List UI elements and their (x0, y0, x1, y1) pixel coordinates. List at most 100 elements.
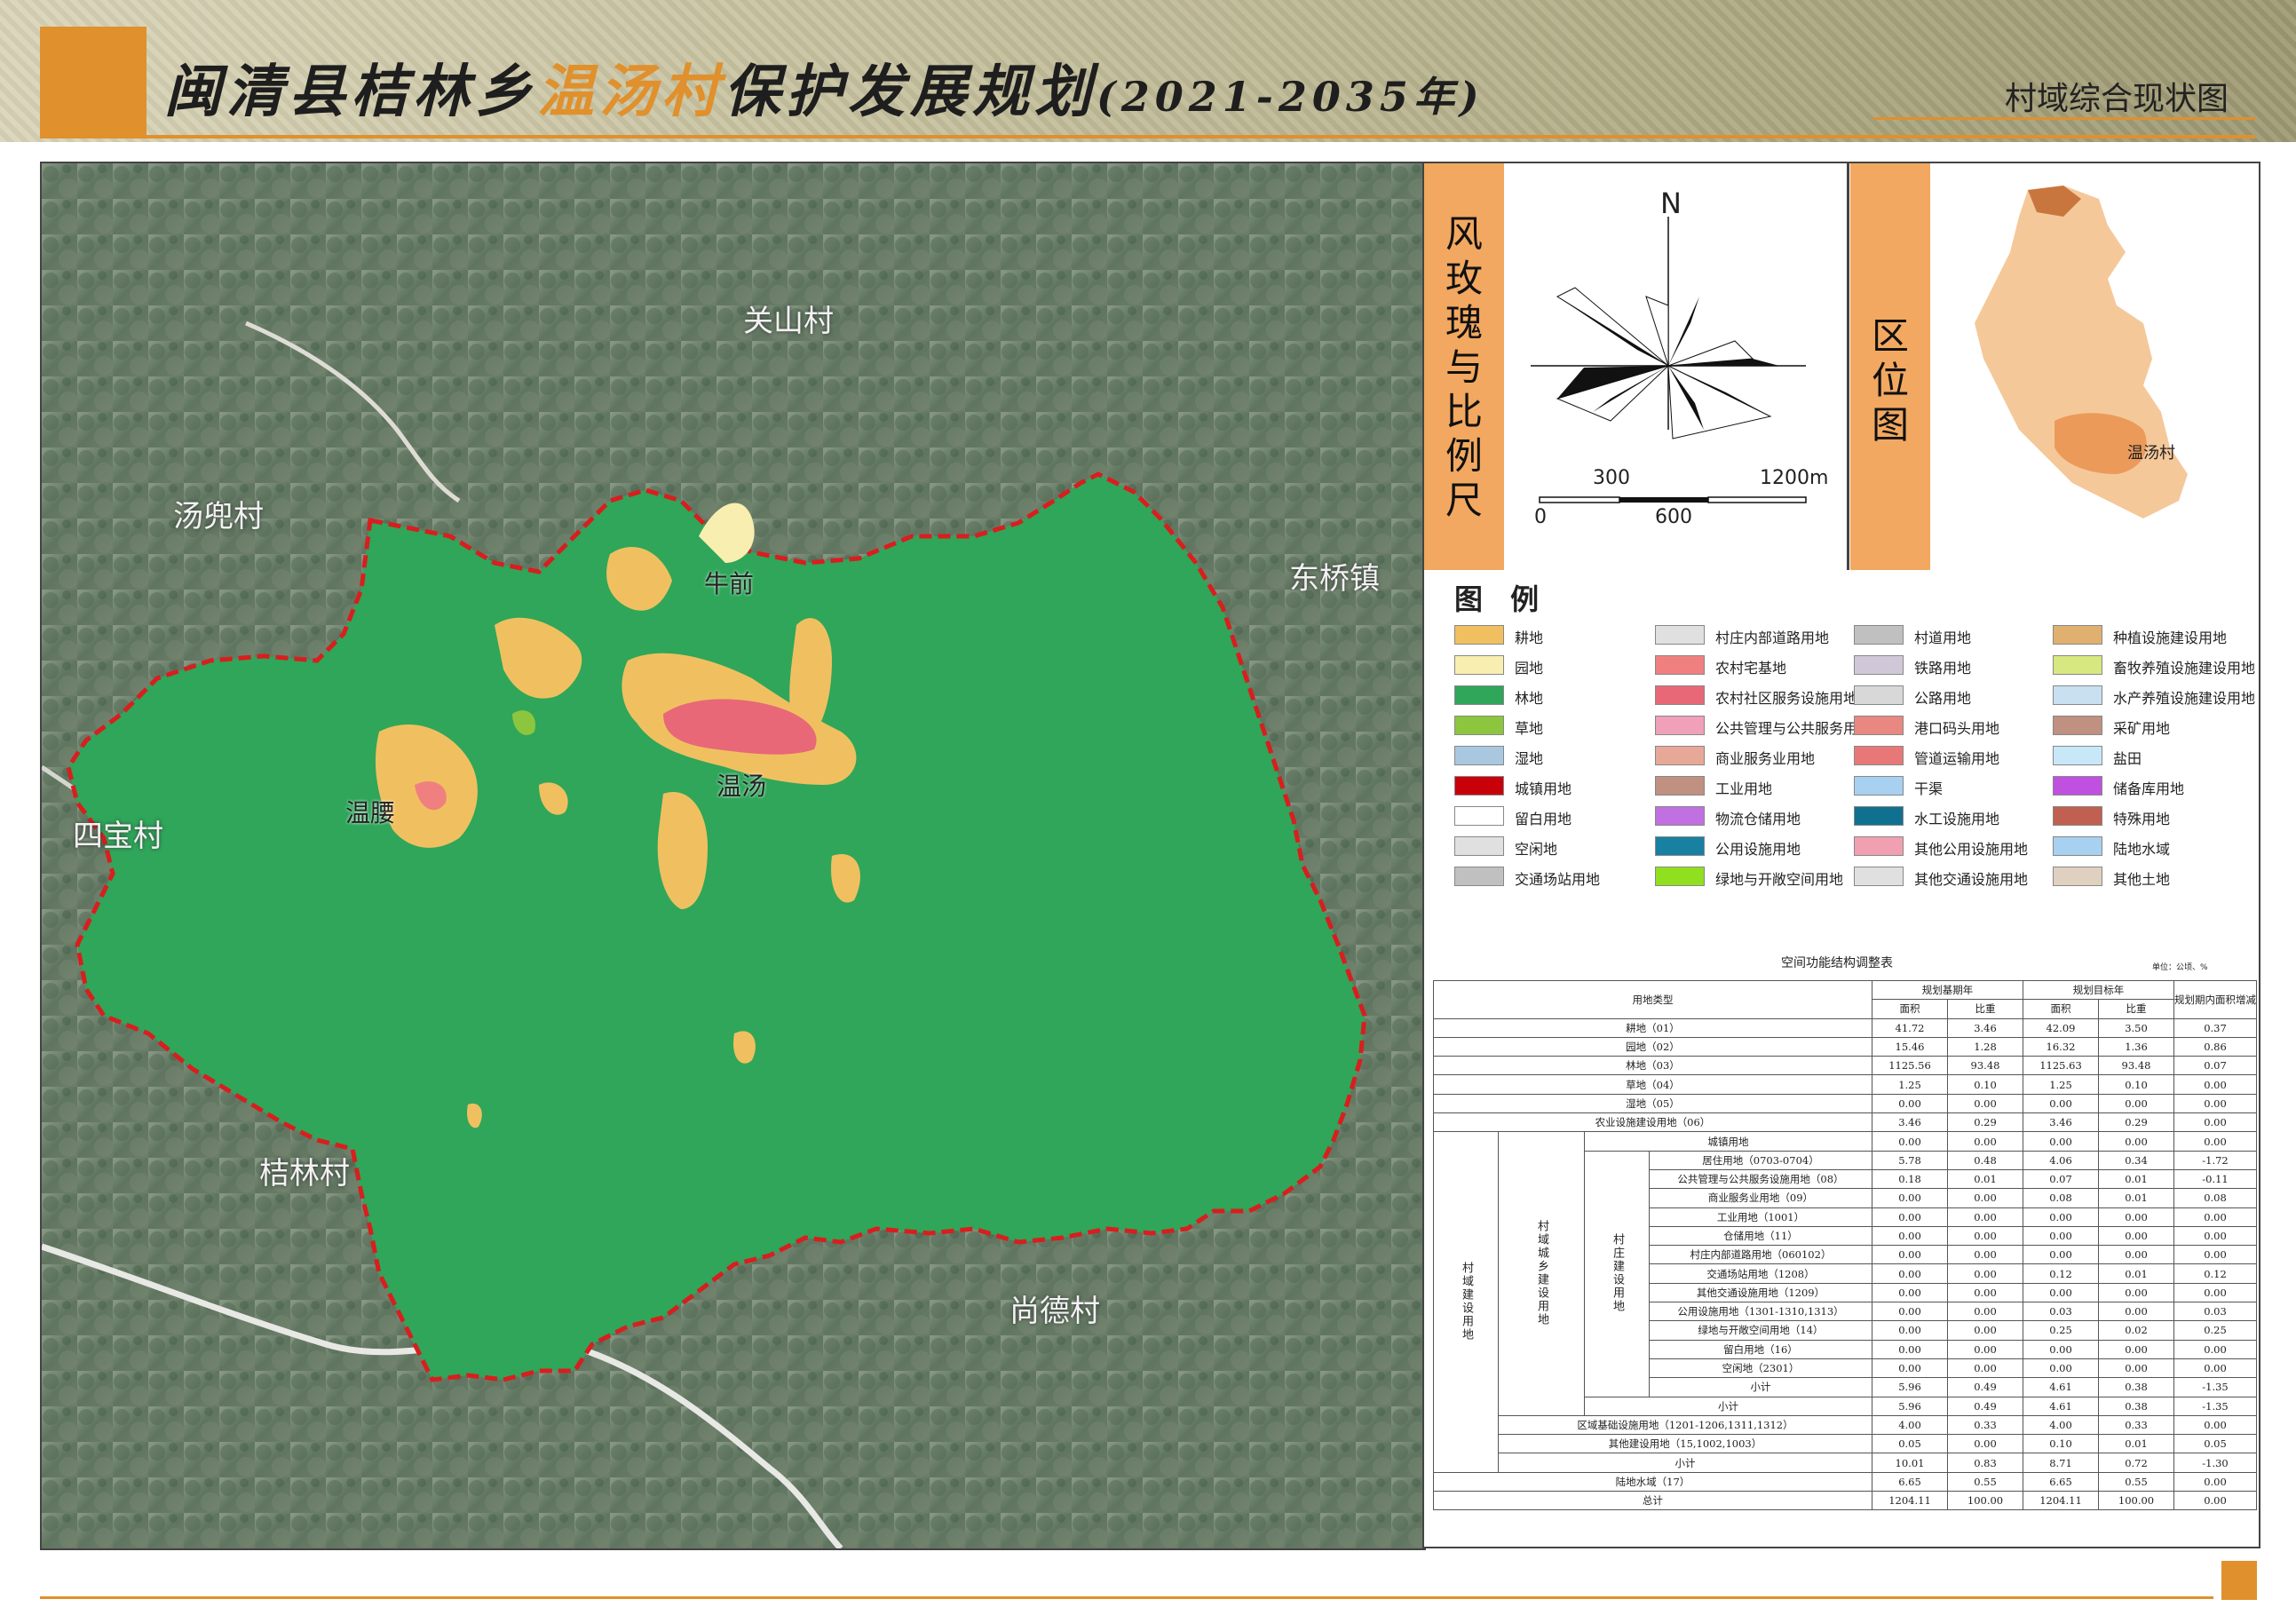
table-cell-text: 工业用地（1001） (1716, 1210, 1805, 1223)
table-cell-text: 0.33 (2125, 1418, 2148, 1431)
table-cell-text: 0.00 (2125, 1135, 2148, 1148)
legend-swatch (2053, 836, 2102, 856)
legend-label: 农村社区服务设施用地 (1715, 690, 1858, 707)
table-cell-text: 0.02 (2125, 1324, 2148, 1337)
table-cell-text: 其他建设用地（15,1002,1003） (1608, 1437, 1762, 1451)
legend-swatch (2053, 625, 2102, 645)
table-cell-text: 比重 (2126, 1002, 2147, 1016)
legend-swatch (1854, 685, 1904, 705)
legend-label: 湿地 (1515, 750, 1544, 767)
page-title: 闽清县桔林乡温汤村保护发展规划(2021-2035年) (164, 46, 1484, 125)
table-cell-text: 小计 (1674, 1456, 1696, 1469)
table-cell-text: 0.00 (1974, 1267, 1997, 1280)
table-cell-text: 面积 (2050, 1002, 2071, 1016)
table-cell-text: 0.07 (2204, 1059, 2227, 1073)
table-cell-text: 0.00 (2049, 1210, 2072, 1223)
place-julin: 桔林村 (259, 1156, 350, 1192)
legend-swatch (1655, 806, 1705, 826)
location-title-char: 图 (1871, 403, 1909, 447)
table-cell-text: 4.06 (2049, 1153, 2072, 1167)
table-cell-text: 0.00 (2204, 1210, 2227, 1223)
compass-title-char: 玫 (1445, 257, 1483, 300)
table-cell-text: 空闲地（2301） (1722, 1362, 1800, 1375)
title-part2: 保护发展规划 (724, 59, 1097, 125)
table-cell-text: 0.00 (2049, 1248, 2072, 1262)
page-subtitle: 村域综合现状图 (2005, 81, 2229, 117)
table-cell-text: 0.38 (2125, 1381, 2148, 1394)
table-row: 小计 10.01 0.83 8.71 0.72 -1.30 (1434, 1453, 2257, 1473)
table-row: 湿地（05） 0.00 0.00 0.00 0.00 0.00 (1433, 1093, 2257, 1114)
table-cell-text: 林地（03） (1626, 1059, 1680, 1073)
place-dongqiao: 东桥镇 (1289, 561, 1380, 597)
compass-location-panel: 风 玫 瑰 与 比 例 尺 N 300 1200m 0 600 区 位 图 温汤… (1422, 162, 2260, 574)
table-row: 林地（03） 1125.56 93.48 1125.63 93.48 0.07 (1433, 1056, 2257, 1076)
table-cell-text: 0.00 (1898, 1210, 1921, 1223)
table-cell-text: 1.36 (2125, 1041, 2148, 1054)
table-cell-text: 4.00 (1898, 1418, 1921, 1431)
table-cell-text: 0.00 (1974, 1248, 1997, 1262)
table-cell-text: 0.55 (2125, 1475, 2148, 1488)
table-cell-text: 0.00 (2049, 1230, 2072, 1242)
table-cell-text: 3.50 (2125, 1021, 2148, 1034)
place-guanshan: 关山村 (743, 304, 834, 339)
table-cell-text: 规划基期年 (1921, 984, 1974, 997)
table-cell-text: 0.00 (1974, 1286, 1997, 1299)
table-cell-text: 0.00 (1974, 1210, 1997, 1223)
satellite-map[interactable]: 关山村 汤兜村 东桥镇 四宝村 桔林村 尚德村 牛前 温汤 温腰 (40, 162, 1426, 1550)
table-cell-text: 1204.11 (1888, 1494, 1931, 1508)
table-cell-text: 0.25 (2049, 1324, 2072, 1337)
table-cell-text: 0.03 (2204, 1305, 2227, 1318)
table-cell-text: 0.00 (2049, 1362, 2072, 1375)
scale-label-1200: 1200m (1760, 467, 1829, 489)
table-cell-text: 5.78 (1898, 1153, 1921, 1167)
table-row: 总计 1204.11 100.00 1204.11 100.00 0.00 (1433, 1491, 2257, 1511)
table-cell-text: 1204.11 (2039, 1494, 2082, 1508)
legend-label: 耕地 (1515, 629, 1544, 646)
table-row: 陆地水域（17） 6.65 0.55 6.65 0.55 0.00 (1433, 1471, 2257, 1492)
table-cell-text: 0.00 (1974, 1324, 1997, 1337)
legend-label: 草地 (1515, 720, 1544, 737)
legend-swatch (1454, 716, 1504, 735)
legend-swatch (1454, 867, 1504, 886)
table-cell-text: 0.00 (2049, 1097, 2072, 1110)
table-cell-text: 0.00 (2204, 1418, 2227, 1431)
legend-swatch (2053, 716, 2102, 735)
scale-label-0: 0 (1534, 506, 1547, 528)
compass-title-char: 与 (1445, 345, 1483, 389)
table-cell-text: 绿地与开敞空间用地（14） (1698, 1324, 1824, 1337)
table-cell-text: 0.00 (1974, 1362, 1997, 1375)
table-cell-text: 0.00 (1974, 1135, 1997, 1148)
place-tangdou: 汤兜村 (173, 499, 264, 534)
table-cell-text: 1.25 (1898, 1078, 1921, 1091)
table-cell-text: 0.00 (2125, 1362, 2148, 1375)
table-cell-text: 0.00 (2125, 1097, 2148, 1110)
legend-swatch (2053, 867, 2102, 886)
table-cell-text: 0.00 (1898, 1305, 1921, 1318)
map-svg (42, 163, 1424, 1548)
table-cell-text: -1.72 (2202, 1153, 2229, 1167)
table-cell-text: 0.00 (1898, 1248, 1921, 1262)
table-cell-text: 0.03 (2049, 1305, 2072, 1318)
table-cell-text: 0.00 (2125, 1230, 2148, 1242)
table-cell-text: 0.18 (1898, 1173, 1921, 1186)
legend-swatch (1655, 716, 1705, 735)
legend-label: 盐田 (2113, 750, 2142, 767)
legend-swatch (2053, 685, 2102, 705)
title-period: (2021-2035年) (1097, 73, 1484, 121)
table-cell-text: 8.71 (2049, 1456, 2072, 1469)
legend-label: 空闲地 (1515, 841, 1558, 858)
table-cell-text: 3.46 (1898, 1116, 1921, 1129)
place-sibao: 四宝村 (73, 819, 163, 854)
legend-label: 林地 (1515, 690, 1544, 707)
location-title-char: 区 (1871, 314, 1909, 358)
table-cell-text: 0.00 (2204, 1135, 2227, 1148)
legend-label: 水产养殖设施建设用地 (2113, 690, 2256, 707)
table-cell-text: 0.00 (2204, 1342, 2227, 1356)
table-cell-text: 1.25 (2049, 1078, 2072, 1091)
table-cell-text: 湿地（05） (1626, 1097, 1680, 1110)
table-title: 空间功能结构调整表 (1781, 956, 1893, 970)
legend-label: 城镇用地 (1515, 780, 1572, 797)
legend-label: 交通场站用地 (1515, 871, 1601, 888)
compass-title-strip: 风 玫 瑰 与 比 例 尺 (1424, 163, 1504, 572)
table-cell-text: 0.00 (2125, 1248, 2148, 1262)
